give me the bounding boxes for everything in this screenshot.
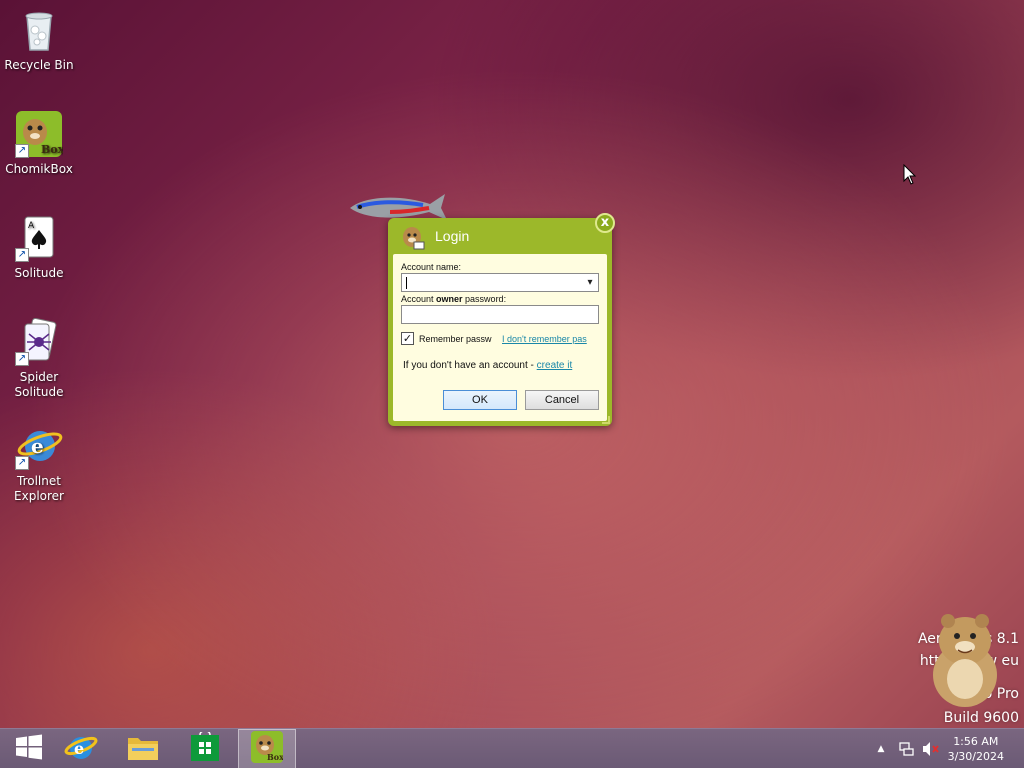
shortcut-arrow-icon: ↗ [15,352,29,366]
desktop-icon-label: Trollnet Explorer [14,474,64,503]
show-hidden-icons-button[interactable]: ▲ [873,729,889,768]
ie-icon: e [64,731,98,767]
no-account-label: If you don't have an account - [403,360,537,371]
taskbar-file-explorer[interactable] [114,729,172,768]
login-dialog: Login x Account name: ▾ Account owner pa… [388,213,615,426]
ok-button[interactable]: OK [443,390,517,410]
hamster-mascot-icon [920,605,1010,710]
text-caret [406,277,407,289]
desktop-icon-label: Solitude [14,266,64,280]
forgot-password-link[interactable]: I don't remember pas [502,334,600,344]
svg-text:e: e [74,739,84,758]
volume-muted-icon [923,742,939,756]
dialog-body: Account name: ▾ Account owner password: … [393,254,607,421]
shortcut-arrow-icon: ↗ [15,144,29,158]
chomikbox-icon: Box [251,731,284,767]
svg-text:Box: Box [41,143,63,156]
account-name-combobox[interactable]: ▾ [401,273,599,292]
chevron-up-icon: ▲ [877,744,885,754]
windows-logo-icon [15,734,43,764]
taskbar: e Box ▲ 1:56 AM 3/30/2024 [0,728,1024,768]
watermark-line-4: Build 9600 [943,710,1019,726]
spider-card-icon: ↗ [15,317,63,366]
desktop-icon-solitude[interactable]: A ↗ Solitude [4,214,74,281]
clock-date: 3/30/2024 [947,750,1004,763]
create-account-link[interactable]: create it [537,360,573,371]
taskbar-store[interactable] [176,729,234,768]
svg-text:Box: Box [267,752,283,762]
clock[interactable]: 1:56 AM 3/30/2024 [948,734,1004,764]
shortcut-arrow-icon: ↗ [15,248,29,262]
desktop-icon-label: Recycle Bin [4,58,74,72]
resize-grip[interactable] [602,416,610,424]
password-field[interactable] [401,305,599,324]
taskbar-chomikbox[interactable]: Box [238,729,296,768]
volume-tray-icon[interactable] [920,729,942,768]
password-label-prefix: Account [401,294,437,304]
remember-password-checkbox[interactable]: ✓ [401,332,414,345]
recycle-bin-icon [15,6,63,54]
dialog-title: Login [435,228,470,244]
mouse-cursor-icon [903,163,917,186]
password-label-bold: owner [436,294,463,304]
taskbar-internet-explorer[interactable]: e [52,729,110,768]
desktop-icon-recycle-bin[interactable]: Recycle Bin [4,6,74,73]
account-name-label: Account name: [401,262,462,272]
start-button[interactable] [0,729,58,768]
desktop-icon-chomikbox[interactable]: Box ↗ ChomikBox [4,110,74,177]
chomikbox-icon: Box ↗ [15,110,65,158]
network-tray-icon[interactable] [896,729,918,768]
desktop-icon-trollnet-explorer[interactable]: e ↗ Trollnet Explorer [4,422,74,504]
trollnet-explorer-icon: e ↗ [15,422,63,470]
password-label: Account owner password: [401,294,506,304]
cancel-button[interactable]: Cancel [525,390,599,410]
playing-card-icon: A ↗ [15,214,63,262]
shortcut-arrow-icon: ↗ [15,456,29,470]
remember-password-label: Remember passw [419,334,492,344]
clock-time: 1:56 AM [953,735,999,748]
close-button[interactable]: x [595,213,615,233]
desktop-icon-label: Spider Solitude [14,370,64,399]
store-icon [190,730,220,766]
password-label-suffix: password: [462,294,507,304]
chomikbox-hamster-icon [400,224,426,250]
svg-text:A: A [28,221,35,231]
desktop-icon-label: ChomikBox [5,162,73,176]
network-icon [899,742,914,756]
svg-text:e: e [31,434,44,458]
folder-icon [126,732,160,766]
no-account-text: If you don't have an account - create it [403,360,572,371]
desktop-icon-spider-solitude[interactable]: ↗ Spider Solitude [4,317,74,400]
chevron-down-icon[interactable]: ▾ [584,276,596,289]
